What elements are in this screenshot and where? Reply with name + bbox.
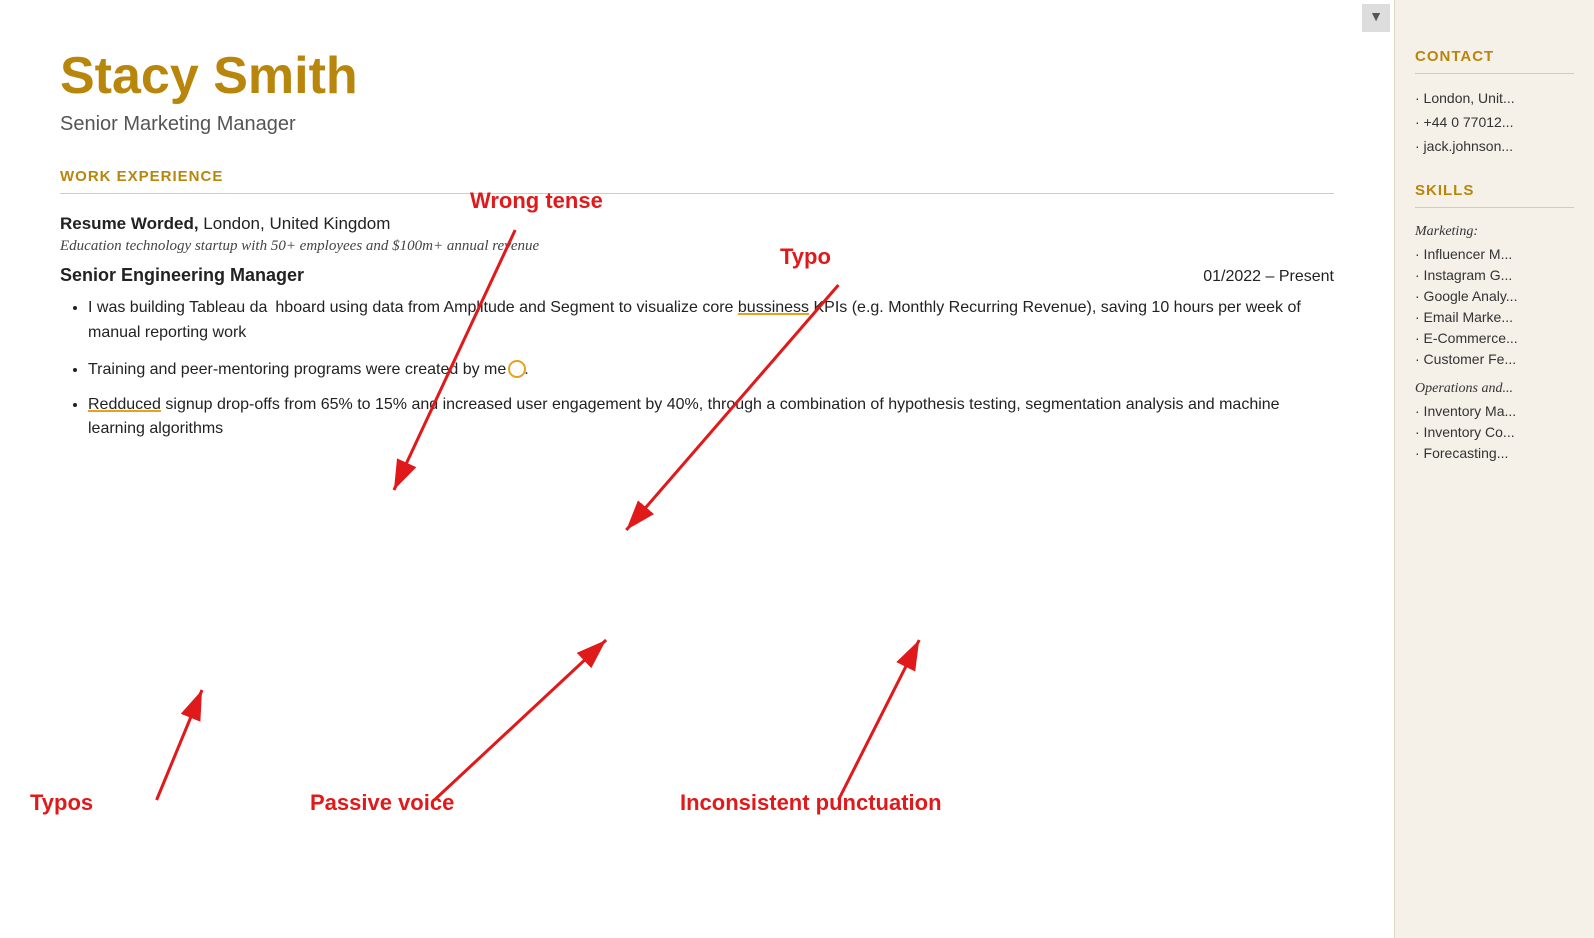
skill-item-1: · Influencer M... (1415, 246, 1574, 262)
company-location: London, United Kingdom (199, 214, 391, 233)
annotation-inconsistent-punctuation: Inconsistent punctuation (680, 790, 942, 816)
contact-item-2: · +44 0 77012... (1415, 114, 1574, 130)
job-dates: 01/2022 – Present (1203, 268, 1334, 286)
skill-item-6: · Customer Fe... (1415, 351, 1574, 367)
bullet-3: Redduced signup drop-offs from 65% to 15… (88, 393, 1334, 443)
contact-heading: CONTACT (1415, 48, 1574, 65)
scroll-arrow-icon: ▼ (1369, 10, 1383, 26)
bullet-3-text: Redduced signup drop-offs from 65% to 15… (88, 396, 1280, 438)
annotation-wrong-tense: Wrong tense (470, 188, 603, 214)
skill-item-7: · Inventory Ma... (1415, 403, 1574, 419)
job-title-row: Senior Engineering Manager 01/2022 – Pre… (60, 265, 1334, 286)
skills-category-marketing: Marketing: (1415, 224, 1574, 240)
bullet-1-text: I was building Tableau daxhboard using d… (88, 299, 1301, 341)
skill-item-4: · Email Marke... (1415, 309, 1574, 325)
skills-divider (1415, 207, 1574, 208)
bullet-2-text: Training and peer-mentoring programs wer… (88, 361, 529, 378)
skills-category-operations: Operations and... (1415, 381, 1574, 397)
job-title: Senior Engineering Manager (60, 265, 304, 286)
bullet-2: Training and peer-mentoring programs wer… (88, 356, 1334, 383)
skills-heading: SKILLS (1415, 182, 1574, 199)
skill-item-9: · Forecasting... (1415, 445, 1574, 461)
contact-item-3: · jack.johnson... (1415, 138, 1574, 154)
skill-item-3: · Google Analy... (1415, 288, 1574, 304)
annotation-passive-voice: Passive voice (310, 790, 454, 816)
company-name: Resume Worded, (60, 214, 199, 233)
company-line: Resume Worded, London, United Kingdom (60, 214, 1334, 234)
arrows-overlay (0, 0, 1394, 938)
bullet-1: I was building Tableau daxhboard using d… (88, 296, 1334, 346)
typo-bussiness: bussiness (738, 299, 809, 316)
company-description: Education technology startup with 50+ em… (60, 238, 1334, 255)
skill-item-2: · Instagram G... (1415, 267, 1574, 283)
section-divider (60, 193, 1334, 194)
work-experience-heading: WORK EXPERIENCE (60, 168, 1334, 185)
annotation-typos-bottom: Typos (30, 790, 93, 816)
skill-item-5: · E-Commerce... (1415, 330, 1574, 346)
resume-sidebar: CONTACT · London, Unit... · +44 0 77012.… (1394, 0, 1594, 938)
candidate-title: Senior Marketing Manager (60, 113, 1334, 136)
contact-item-1: · London, Unit... (1415, 90, 1574, 106)
typo-redduced: Redduced (88, 396, 161, 413)
contact-divider (1415, 73, 1574, 74)
bullet-list: I was building Tableau daxhboard using d… (88, 296, 1334, 442)
scroll-indicator[interactable]: ▼ (1362, 4, 1390, 32)
candidate-name: Stacy Smith (60, 48, 1334, 105)
skill-item-8: · Inventory Co... (1415, 424, 1574, 440)
